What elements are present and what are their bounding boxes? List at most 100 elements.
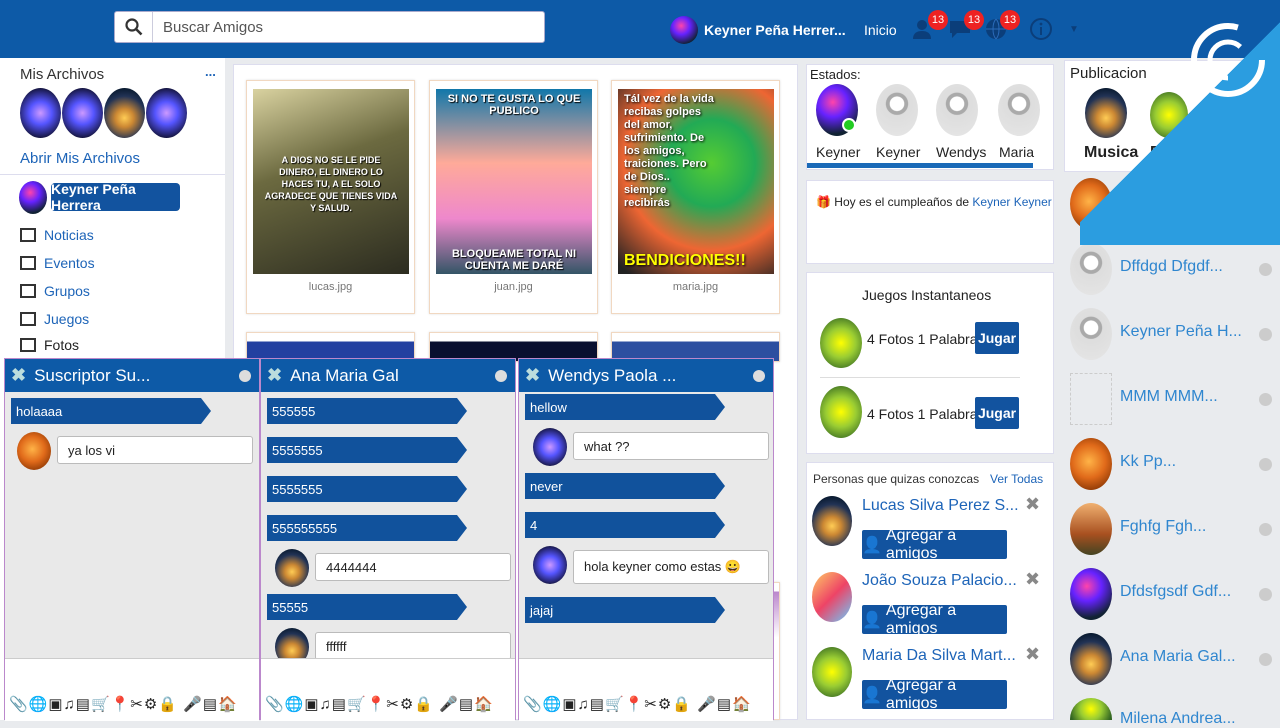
chat-toolbar[interactable]: 📎🌐▣♫▤🛒📍✂⚙🔒 🎤▤🏠 <box>261 695 515 721</box>
music-thumb[interactable] <box>1085 88 1127 138</box>
contact-avatar[interactable] <box>1070 178 1112 230</box>
tab-musica[interactable]: Musica <box>1084 144 1138 162</box>
state-avatar[interactable] <box>876 84 918 136</box>
chat-header[interactable]: ✖ Suscriptor Su... <box>5 359 259 392</box>
status-dot <box>1259 588 1272 601</box>
add-friend-button[interactable]: 👤 Agregar a amigos <box>862 527 1007 562</box>
contact-avatar[interactable] <box>1070 308 1112 360</box>
message-out: 555555 <box>267 398 467 424</box>
message-out: 5555555 <box>267 437 467 463</box>
chat-input[interactable] <box>261 658 515 694</box>
contact-avatar[interactable] <box>1070 568 1112 620</box>
close-icon[interactable]: ✖ <box>525 365 540 386</box>
suggestion-name[interactable]: Lucas Silva Perez S... <box>862 497 1019 515</box>
file-image: A DIOS NO SE LE PIDE DINERO, EL DINERO L… <box>253 89 409 274</box>
close-icon[interactable]: ✖ <box>11 365 26 386</box>
profile-avatar[interactable] <box>19 181 47 214</box>
game-icon[interactable] <box>820 386 862 438</box>
photos-thumb[interactable] <box>1150 92 1188 138</box>
chat-input[interactable] <box>5 658 259 694</box>
file-card[interactable]: Tál vez de la vida recibas golpes del am… <box>611 80 780 314</box>
profile-name-button[interactable]: Keyner Peña Herrera <box>51 181 180 213</box>
birthday-name-link[interactable]: Keyner Keyner <box>972 195 1051 209</box>
menu-item-fotos[interactable]: Fotos <box>20 337 79 353</box>
contact-name[interactable]: Dffdgd Dfgdf... <box>1120 258 1223 276</box>
games-icon <box>20 312 36 326</box>
contact-name[interactable]: Ana Maria Gal... <box>1120 648 1236 666</box>
contact-name[interactable]: Milena Andrea... <box>1120 710 1236 728</box>
header-user[interactable]: Keyner Peña Herrer... <box>670 14 846 46</box>
contact-avatar[interactable] <box>1070 243 1112 295</box>
play-button[interactable]: Jugar <box>975 397 1019 429</box>
game-icon[interactable] <box>820 318 862 368</box>
chevron-down-icon[interactable]: ▼ <box>1060 14 1088 44</box>
close-icon[interactable]: ✖ <box>267 365 282 386</box>
broken-image-icon[interactable] <box>1070 373 1112 425</box>
menu-item-eventos[interactable]: Eventos <box>20 255 95 271</box>
chat-header[interactable]: ✖ Wendys Paola ... <box>519 359 773 392</box>
file-thumb[interactable] <box>146 88 187 138</box>
tab-fotos[interactable]: Fotos <box>1150 144 1194 162</box>
chat-avatar <box>17 432 51 470</box>
chat-toolbar[interactable]: 📎🌐▣♫▤🛒📍✂⚙🔒 🎤▤🏠 <box>519 695 773 721</box>
suggestion-avatar[interactable] <box>812 572 852 622</box>
contact-avatar[interactable] <box>1070 633 1112 685</box>
menu-item-noticias[interactable]: Noticias <box>20 227 94 243</box>
message-out: 4 <box>525 512 725 538</box>
contact-avatar[interactable] <box>1070 503 1112 555</box>
chat-header[interactable]: ✖ Ana Maria Gal <box>261 359 515 392</box>
open-files-link[interactable]: Abrir Mis Archivos <box>20 150 140 167</box>
suggestion-avatar[interactable] <box>812 496 852 546</box>
menu-item-grupos[interactable]: Grupos <box>20 283 90 299</box>
game-name: 4 Fotos 1 Palabra <box>867 406 978 422</box>
friend-requests-button[interactable]: 13 <box>910 10 948 44</box>
status-dot <box>1259 523 1272 536</box>
games-title: Juegos Instantaneos <box>862 287 992 303</box>
file-card[interactable]: SI NO TE GUSTA LO QUE PUBLICO BLOQUEAME … <box>429 80 598 314</box>
menu-item-juegos[interactable]: Juegos <box>20 311 89 327</box>
contact-name[interactable]: Suscriptor Su... <box>1120 193 1229 211</box>
file-thumb[interactable] <box>20 88 61 138</box>
status-dot <box>1259 653 1272 666</box>
close-icon[interactable]: ✖ <box>1025 494 1040 515</box>
search-input[interactable] <box>163 17 533 37</box>
info-button[interactable] <box>1027 14 1055 44</box>
refresh-ring-icon[interactable] <box>1188 20 1268 100</box>
contact-name[interactable]: Dfdsfgsdf Gdf... <box>1120 583 1231 601</box>
suggestion-avatar[interactable] <box>812 647 852 697</box>
suggestion-name[interactable]: João Souza Palacio... <box>862 572 1017 590</box>
play-button[interactable]: Jugar <box>975 322 1019 354</box>
menu-label: Noticias <box>44 227 94 243</box>
states-scrollbar[interactable] <box>807 163 1033 168</box>
user-avatar <box>670 16 698 44</box>
file-card[interactable]: A DIOS NO SE LE PIDE DINERO, EL DINERO L… <box>246 80 415 314</box>
message-out: 55555 <box>267 594 467 620</box>
suggestion-name[interactable]: Maria Da Silva Mart... <box>862 647 1016 665</box>
close-icon[interactable]: ✖ <box>1025 644 1040 665</box>
state-item[interactable] <box>816 84 858 136</box>
search-button[interactable] <box>115 12 153 42</box>
contact-name[interactable]: Keyner Peña H... <box>1120 323 1242 341</box>
contact-name[interactable]: Kk Pp... <box>1120 453 1176 471</box>
file-thumb[interactable] <box>104 88 145 138</box>
chat-body: holaaaa ya los vi <box>5 392 259 658</box>
nav-inicio[interactable]: Inicio <box>864 22 897 38</box>
file-thumb[interactable] <box>62 88 103 138</box>
photos-icon <box>20 338 36 352</box>
chat-input[interactable] <box>519 658 773 694</box>
messages-button[interactable]: 13 <box>946 10 984 44</box>
contact-avatar[interactable] <box>1070 438 1112 490</box>
add-friend-button[interactable]: 👤 Agregar a amigos <box>862 677 1007 712</box>
message-in: hola keyner como estas 😀 <box>573 550 769 584</box>
add-friend-label: Agregar a amigos <box>885 601 957 637</box>
state-avatar[interactable] <box>998 84 1040 136</box>
notifications-button[interactable]: 13 <box>982 10 1020 44</box>
more-button[interactable]: ... <box>205 64 216 79</box>
state-avatar[interactable] <box>936 84 978 136</box>
add-friend-button[interactable]: 👤 Agregar a amigos <box>862 602 1007 637</box>
close-icon[interactable]: ✖ <box>1025 569 1040 590</box>
chat-toolbar[interactable]: 📎🌐▣♫▤🛒📍✂⚙🔒 🎤▤🏠 <box>5 695 259 721</box>
contact-name[interactable]: Fghfg Fgh... <box>1120 518 1206 536</box>
see-all-link[interactable]: Ver Todas <box>990 472 1043 486</box>
contact-name[interactable]: MMM MMM... <box>1120 388 1218 406</box>
